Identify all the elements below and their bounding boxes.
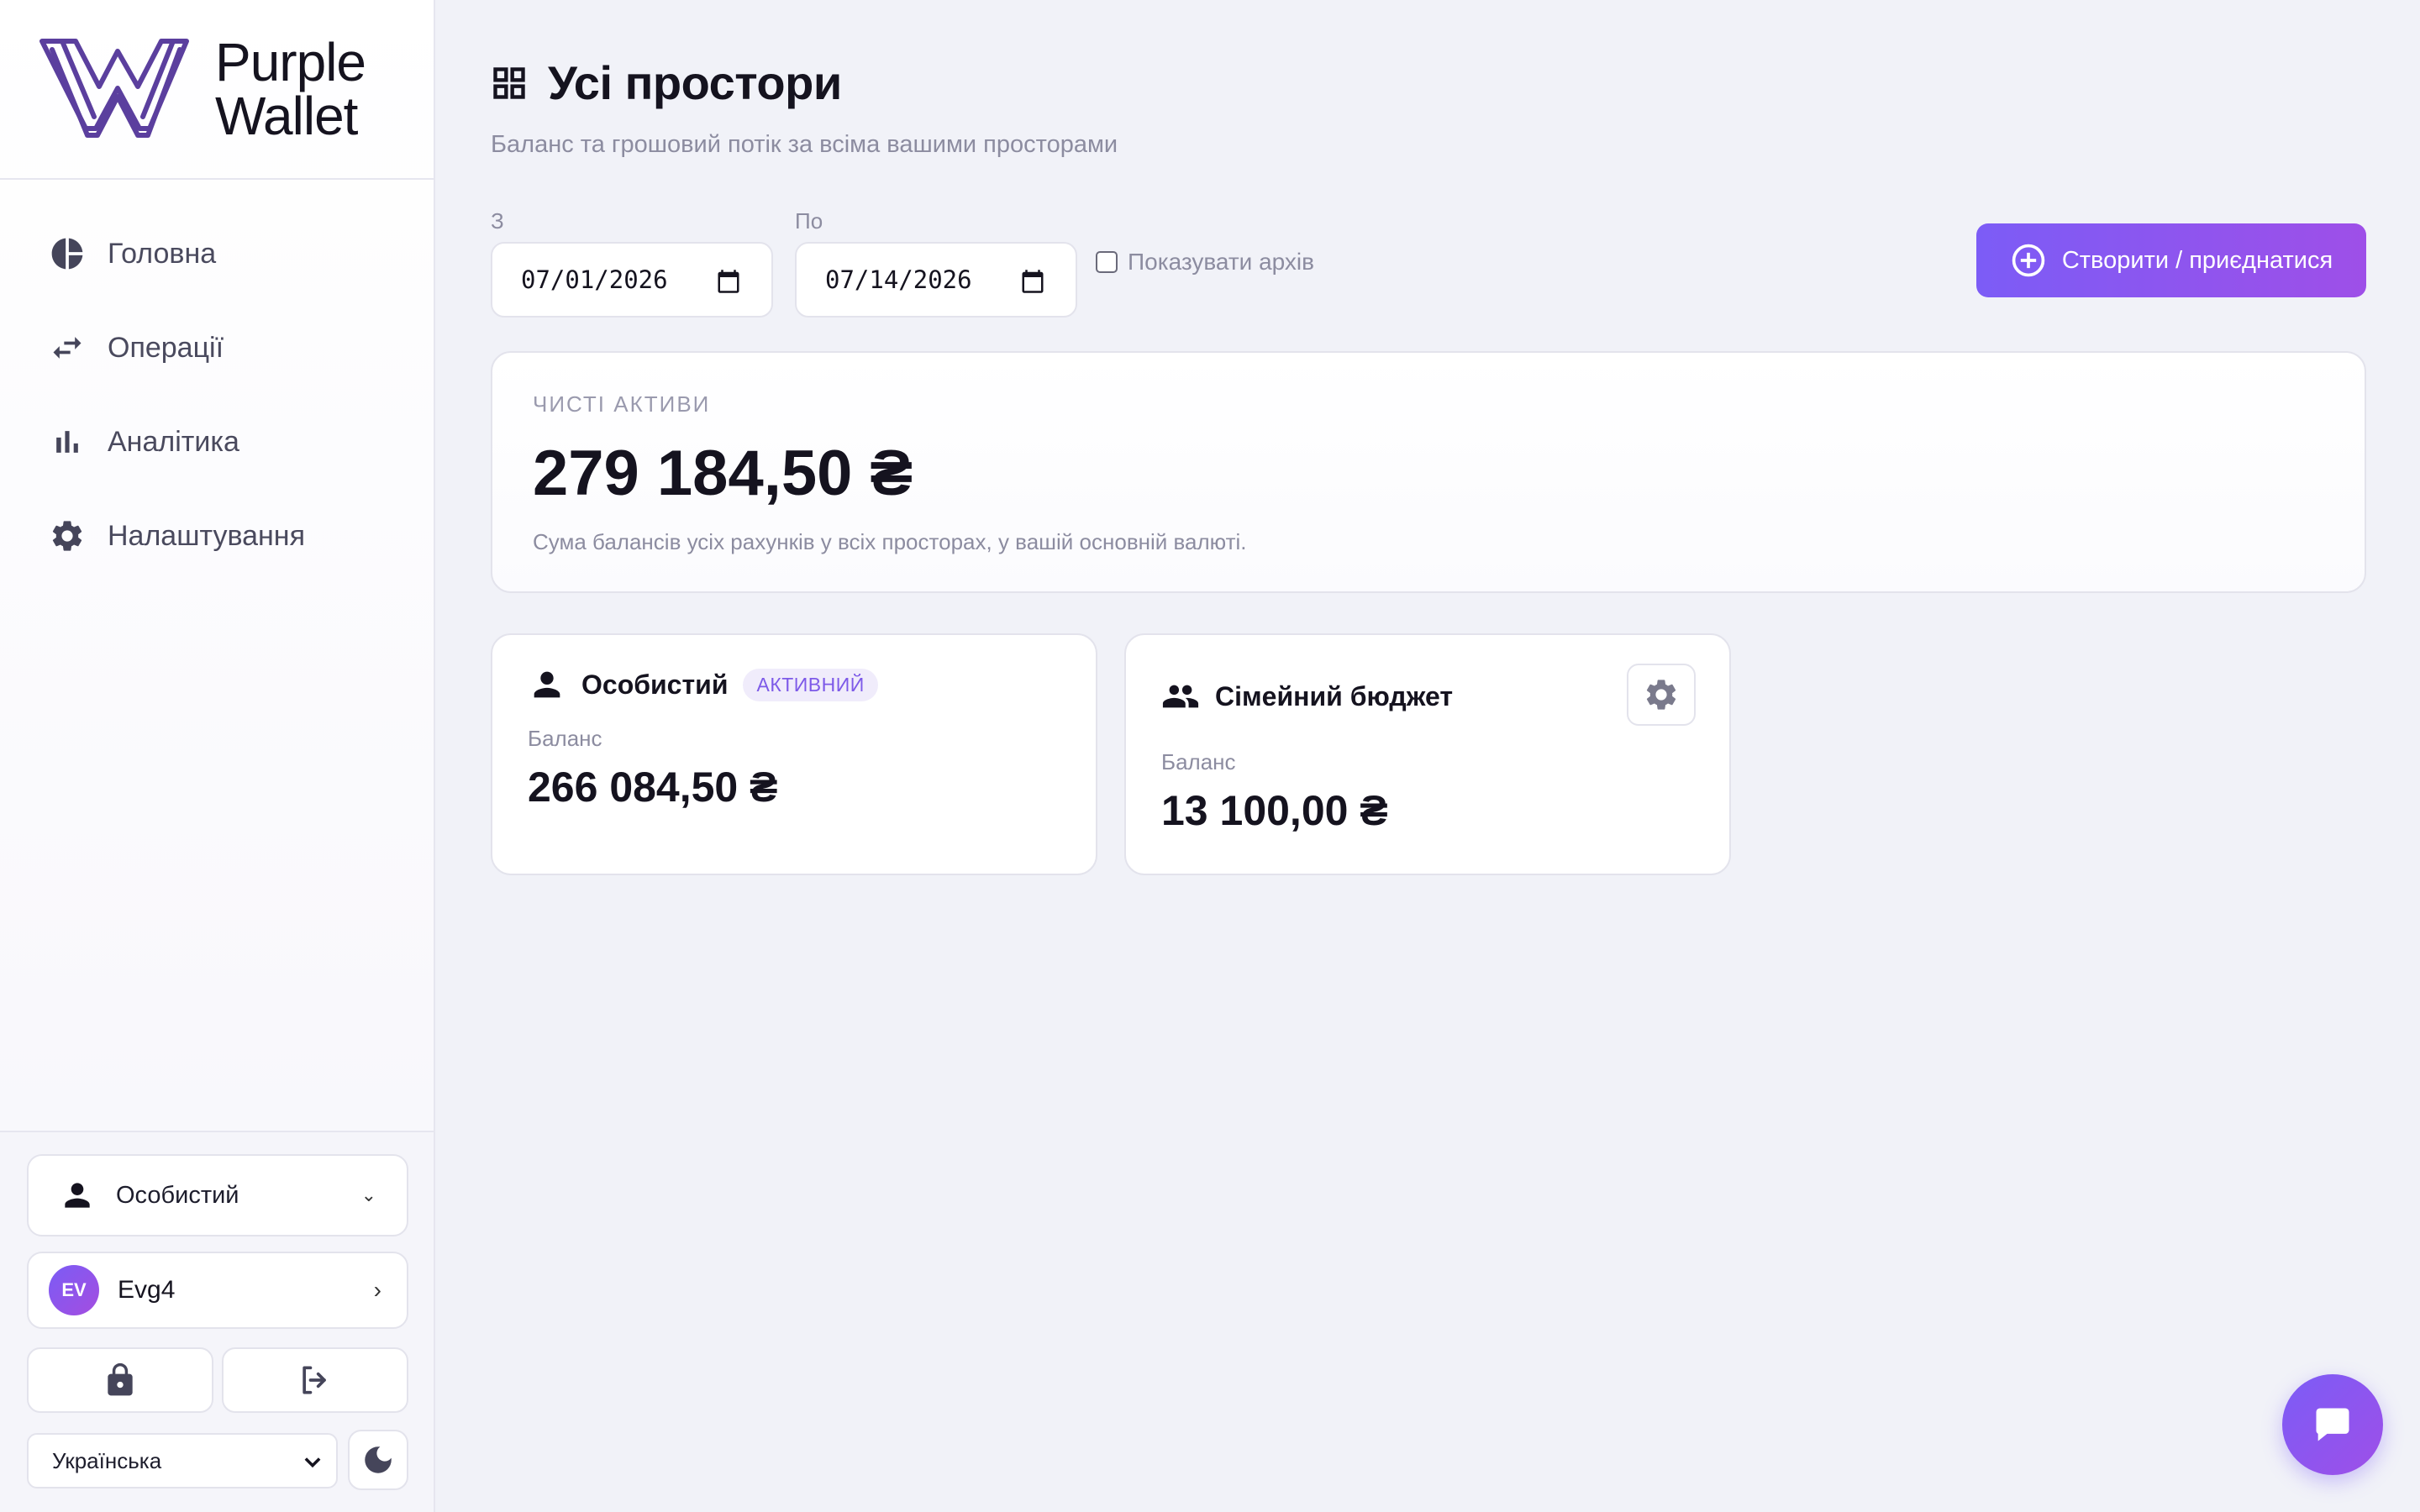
balance-value: 266 084,50 ₴ [528, 764, 778, 811]
nav-label: Налаштування [108, 519, 305, 552]
plus-circle-icon [2012, 244, 2045, 277]
space-name: Особистий [581, 669, 729, 700]
net-assets-card: ЧИСТІ АКТИВИ 279 184,50 ₴ Сума балансів … [491, 351, 2366, 593]
from-date-value: 07/01/2026 [521, 265, 668, 294]
theme-toggle-button[interactable] [348, 1430, 408, 1490]
net-assets-label: ЧИСТІ АКТИВИ [533, 391, 711, 417]
nav-item-analytics[interactable]: Аналітика [0, 403, 434, 480]
brand-line-1: Purple [215, 32, 366, 92]
show-archive-label: Показувати архів [1128, 249, 1315, 275]
to-date-label: По [795, 208, 823, 234]
space-card-family[interactable]: Сімейний бюджет Баланс 13 100,00 ₴ [1124, 633, 1731, 875]
chevron-down-icon: ⌄ [360, 1184, 376, 1205]
space-switcher[interactable]: Особистий ⌄ [27, 1154, 408, 1236]
nav-label: Операції [108, 331, 224, 364]
pie-chart-icon [47, 234, 87, 274]
space-name: Сімейний бюджет [1215, 680, 1453, 711]
chat-bubble-icon [2316, 1408, 2349, 1441]
person-icon [534, 671, 560, 698]
nav-label: Головна [108, 237, 217, 270]
net-assets-note: Сума балансів усіх рахунків у всіх прост… [533, 529, 1247, 554]
space-switcher-label: Особистий [116, 1181, 239, 1209]
lock-icon [108, 1362, 133, 1396]
to-date-input[interactable]: 07/14/2026 [795, 242, 1077, 318]
page-subtitle: Баланс та грошовий потік за всіма вашими… [491, 131, 1118, 158]
language-select[interactable]: Українська [27, 1433, 338, 1488]
space-card-header: Особистий АКТИВНИЙ [528, 665, 878, 704]
nav-item-operations[interactable]: Операції [0, 309, 434, 386]
chevron-right-icon: › [373, 1277, 381, 1303]
user-name: Evg4 [118, 1276, 176, 1304]
chevron-down-icon [304, 1457, 321, 1468]
logout-button[interactable] [222, 1347, 408, 1413]
nav-item-settings[interactable]: Налаштування [0, 497, 434, 575]
gear-icon [1646, 680, 1676, 710]
brand-name: Purple Wallet [215, 35, 366, 143]
balance-label: Баланс [1161, 749, 1236, 774]
page-title: Усі простори [548, 56, 842, 109]
from-date-label: З [491, 208, 504, 234]
page-header: Усі простори [491, 55, 842, 110]
net-assets-value: 279 184,50 ₴ [533, 438, 913, 509]
chat-support-button[interactable] [2282, 1374, 2383, 1475]
logo[interactable]: Purple Wallet [0, 0, 434, 180]
purple-wallet-logo-icon [39, 39, 189, 138]
logout-icon [302, 1366, 326, 1394]
person-icon [65, 1183, 90, 1208]
nav-label: Аналітика [108, 425, 239, 458]
main-content: Усі простори Баланс та грошовий потік за… [435, 0, 2420, 1512]
to-date-value: 07/14/2026 [825, 265, 972, 294]
create-join-label: Створити / приєднатися [2061, 246, 2333, 274]
swap-arrows-icon [47, 328, 87, 368]
nav-item-home[interactable]: Головна [0, 215, 434, 292]
main-nav: Головна Операції Аналітика Налаштування [0, 180, 434, 575]
bar-chart-icon [47, 422, 87, 462]
calendar-icon [718, 270, 739, 293]
status-badge: АКТИВНИЙ [743, 668, 878, 701]
calendar-icon [1022, 270, 1044, 293]
space-card-personal[interactable]: Особистий АКТИВНИЙ Баланс 266 084,50 ₴ [491, 633, 1097, 875]
grid-icon [493, 66, 525, 99]
space-card-header: Сімейний бюджет [1161, 677, 1453, 716]
user-profile-button[interactable]: EV Evg4 › [27, 1252, 408, 1329]
from-date-input[interactable]: 07/01/2026 [491, 242, 773, 318]
gear-icon [47, 516, 87, 556]
people-icon [1162, 685, 1199, 708]
show-archive-checkbox[interactable] [1096, 251, 1118, 273]
lock-button[interactable] [27, 1347, 213, 1413]
space-settings-button[interactable] [1627, 664, 1696, 726]
show-archive-toggle[interactable]: Показувати архів [1096, 249, 1314, 276]
avatar: EV [49, 1265, 99, 1315]
moon-icon [365, 1446, 392, 1473]
language-value: Українська [52, 1447, 162, 1473]
balance-value: 13 100,00 ₴ [1161, 787, 1388, 834]
sidebar-footer: Особистий ⌄ EV Evg4 › Українська [0, 1131, 434, 1512]
create-join-button[interactable]: Створити / приєднатися [1976, 223, 2366, 297]
brand-line-2: Wallet [215, 86, 358, 146]
balance-label: Баланс [528, 726, 602, 751]
sidebar: Purple Wallet Головна Операції Аналітика [0, 0, 435, 1512]
